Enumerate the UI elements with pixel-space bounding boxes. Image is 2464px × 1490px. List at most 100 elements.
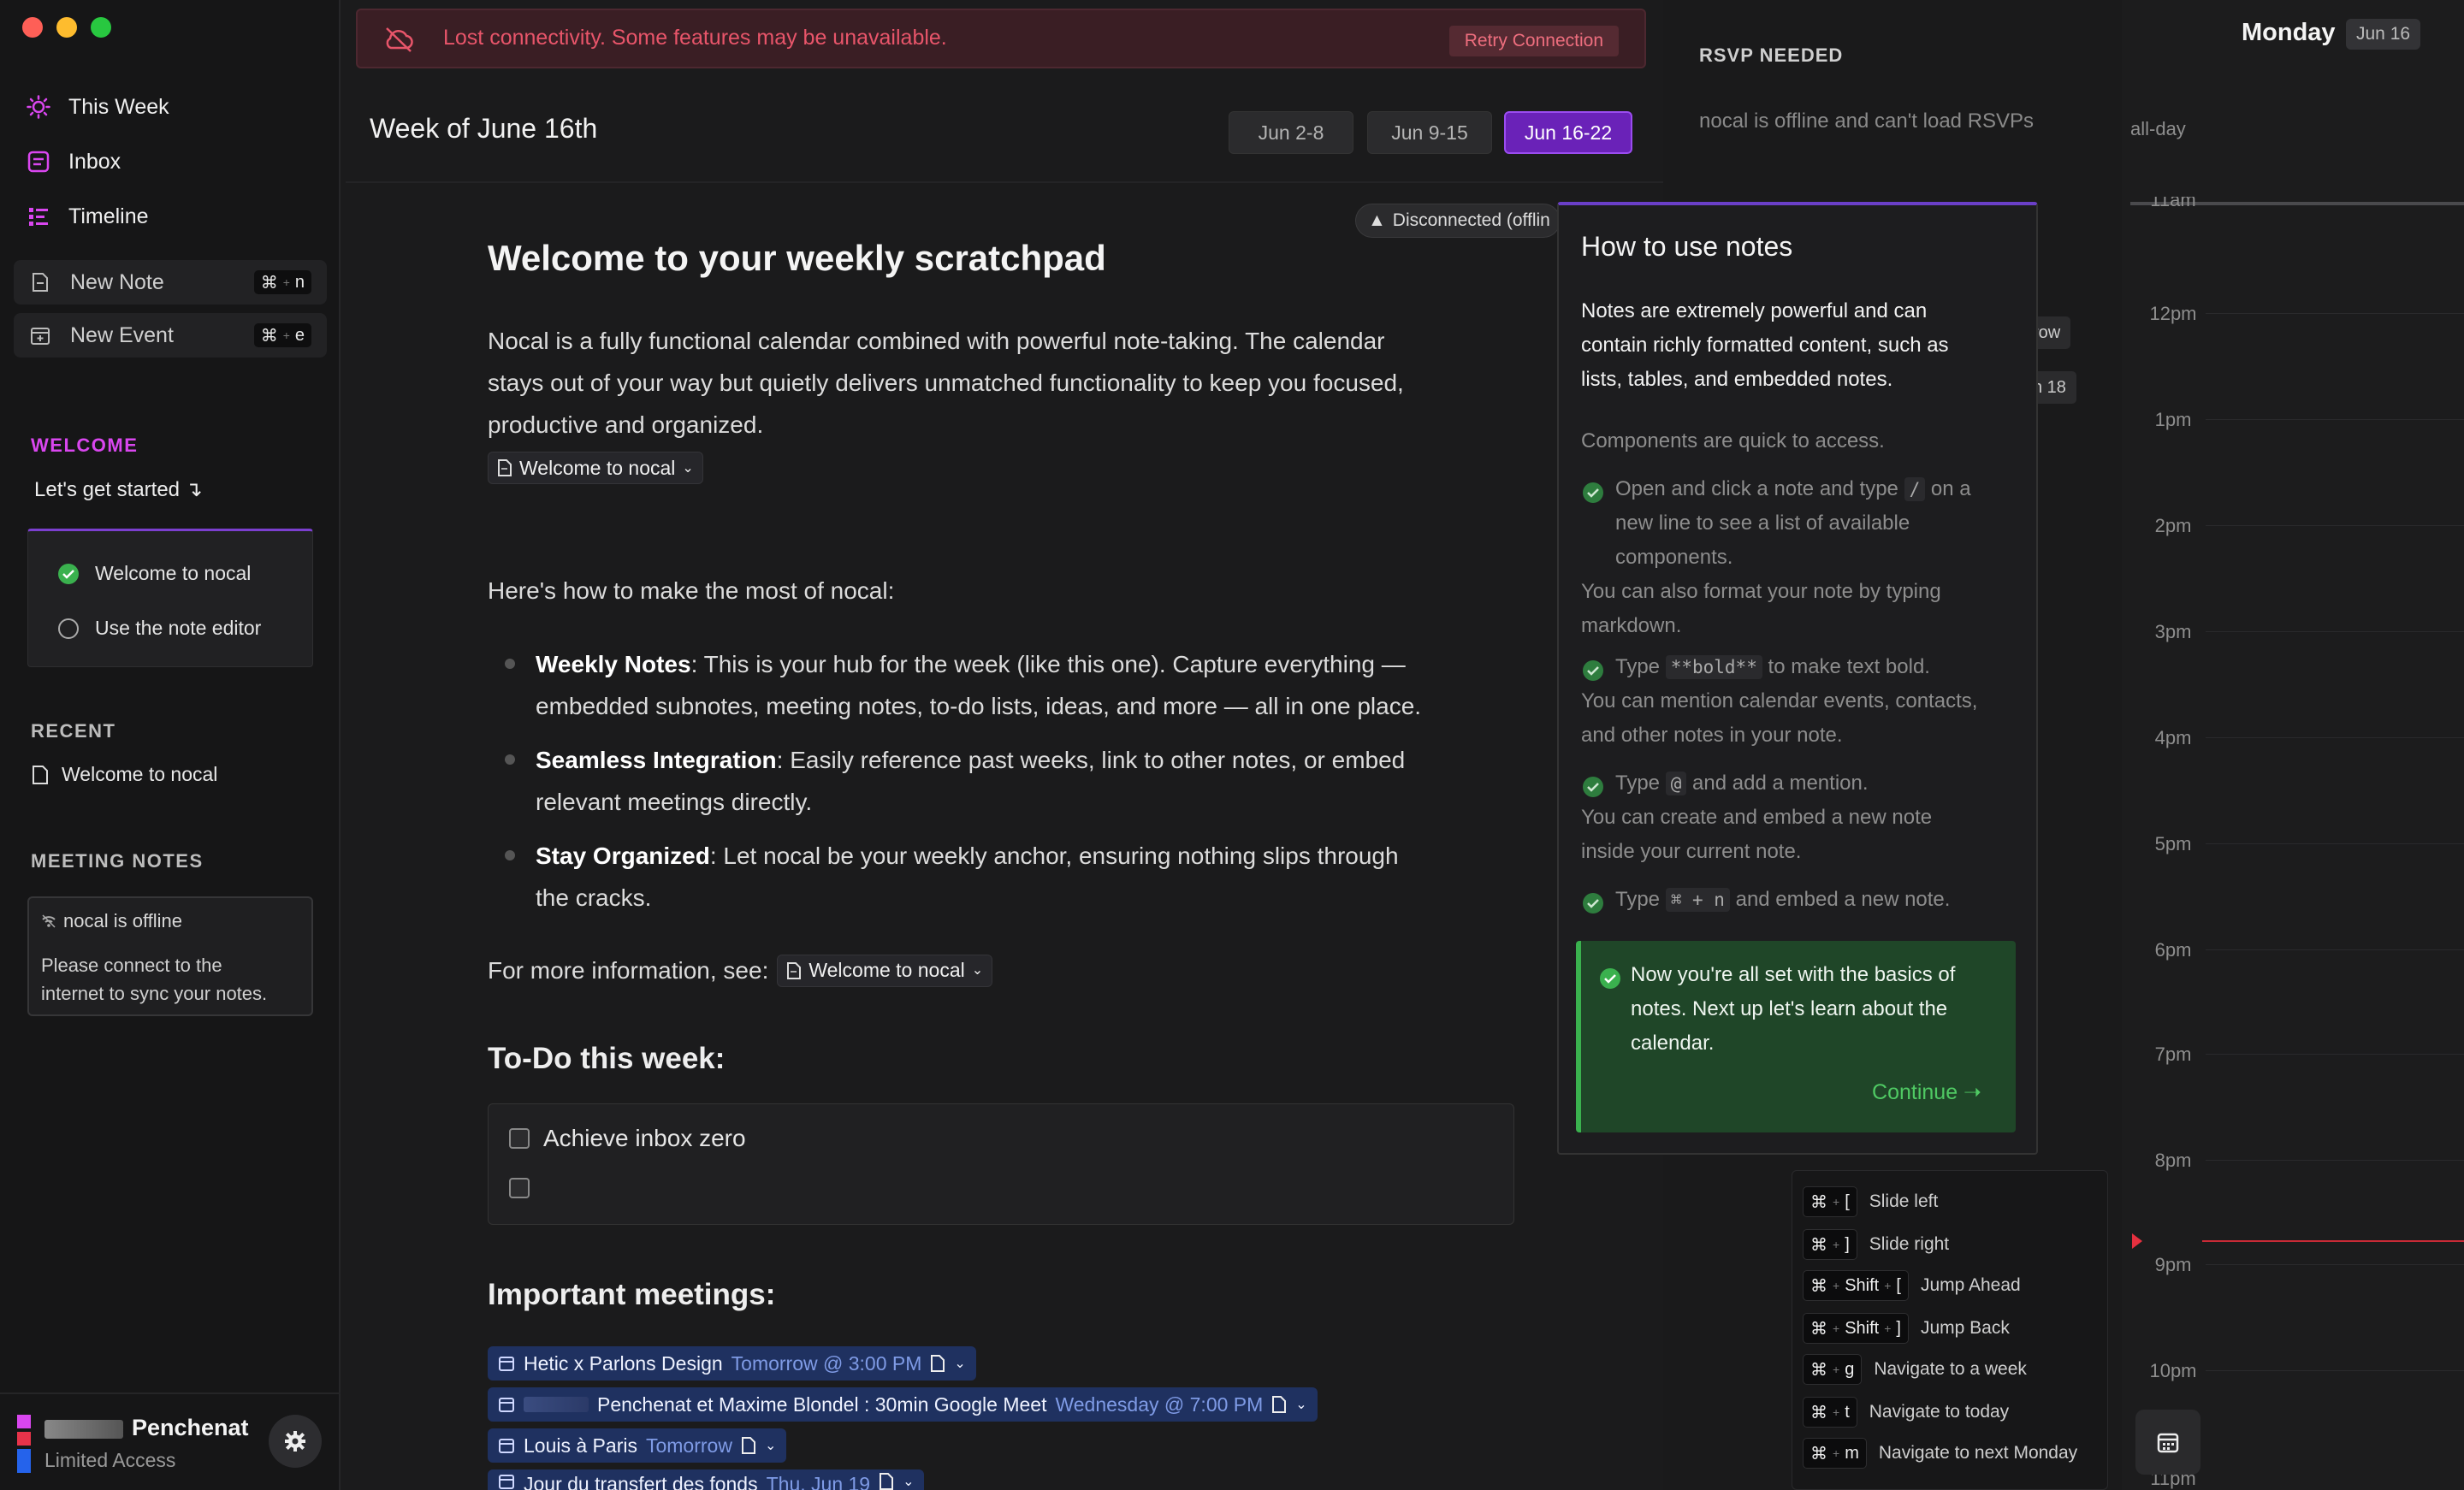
user-color-badge xyxy=(17,1415,31,1473)
check-circle-icon xyxy=(1583,777,1603,797)
shortcut-row: ⌘ +[Slide left xyxy=(1803,1185,1938,1219)
chevron-down-icon: ⌄ xyxy=(903,1475,915,1489)
calendar-icon xyxy=(499,1357,514,1371)
shortcut-row: ⌘ + Shift +] Jump Back xyxy=(1803,1311,2010,1345)
new-note-label: New Note xyxy=(70,269,164,294)
window-minimize-button[interactable] xyxy=(56,17,77,38)
hour-label: 4pm xyxy=(2154,727,2192,748)
popover-step-2-detail: You can mention calendar events, contact… xyxy=(1581,689,1978,747)
recent-item[interactable]: Welcome to nocal xyxy=(31,763,217,786)
meeting-title: Hetic x Parlons Design xyxy=(524,1351,723,1375)
hour-label: 1pm xyxy=(2154,409,2192,430)
nav-this-week-label: This Week xyxy=(68,94,169,119)
document-icon xyxy=(498,459,512,476)
popover-title: How to use notes xyxy=(1581,231,1793,262)
meeting-notes-heading: MEETING NOTES xyxy=(31,850,204,872)
meeting-chip[interactable]: Louis à Paris Tomorrow ⌄ xyxy=(488,1428,787,1463)
user-status: Limited Access xyxy=(44,1449,176,1471)
bullet-seamless-integration: Seamless Integration: Easily reference p… xyxy=(536,747,1406,815)
popover-step-1: Open and click a note and type / on a ne… xyxy=(1615,477,1971,569)
tab-jun-2-8[interactable]: Jun 2-8 xyxy=(1229,111,1353,154)
todo-checkbox[interactable] xyxy=(509,1128,530,1149)
meeting-chip[interactable]: Penchenat et Maxime Blondel : 30min Goog… xyxy=(488,1387,1318,1422)
new-note-shortcut: ⌘ + n xyxy=(253,270,311,294)
meeting-time: Tomorrow @ 3:00 PM xyxy=(731,1351,922,1375)
meeting-time: Wednesday @ 7:00 PM xyxy=(1055,1392,1264,1416)
tab-jun-16-22[interactable]: Jun 16-22 xyxy=(1504,111,1632,154)
check-circle-icon xyxy=(1583,660,1603,681)
checklist-item-label: Welcome to nocal xyxy=(95,562,252,584)
shortcut-row: ⌘ + m Navigate to next Monday xyxy=(1803,1436,2077,1470)
embedded-note-chip-2[interactable]: Welcome to nocal ⌄ xyxy=(777,954,993,987)
document-icon xyxy=(787,961,802,979)
calendar-icon xyxy=(2157,1433,2179,1453)
note-icon xyxy=(741,1437,755,1454)
popover-components: Components are quick to access. xyxy=(1581,429,1885,452)
window-close-button[interactable] xyxy=(22,17,43,38)
todo-item-empty[interactable] xyxy=(509,1178,530,1198)
bullet-dot xyxy=(505,659,515,669)
popover-intro: Notes are extremely powerful and can cont… xyxy=(1581,299,1949,391)
shortcut-row: ⌘ + g Navigate to a week xyxy=(1803,1352,2027,1387)
chevron-down-icon: ⌄ xyxy=(954,1357,966,1371)
tab-jun-9-15[interactable]: Jun 9-15 xyxy=(1367,111,1492,154)
check-circle-icon xyxy=(1583,482,1603,503)
open-calendar-button[interactable] xyxy=(2135,1410,2200,1475)
current-time-marker xyxy=(2132,1233,2142,1249)
shortcut-row: ⌘ + Shift +[Jump Ahead xyxy=(1803,1268,2021,1303)
chevron-down-icon: ⌄ xyxy=(764,1439,777,1453)
document-icon xyxy=(33,765,48,784)
meeting-chip[interactable]: Jour du transfert des fonds Thu, Jun 19 … xyxy=(488,1469,925,1490)
disconnected-pill: ▲ Disconnected (offlin xyxy=(1355,204,1561,238)
hour-label: 8pm xyxy=(2154,1150,2192,1171)
nav-timeline[interactable]: Timeline xyxy=(26,195,149,238)
meeting-chip[interactable]: Hetic x Parlons Design Tomorrow @ 3:00 P… xyxy=(488,1346,976,1381)
chevron-down-icon: ⌄ xyxy=(1295,1398,1307,1412)
welcome-heading: WELCOME xyxy=(31,435,139,456)
checklist-item-welcome[interactable]: Welcome to nocal xyxy=(57,562,251,585)
new-event-icon xyxy=(29,324,55,346)
popover-step-2: Type **bold** to make text bold. xyxy=(1615,655,1930,679)
popover-step-3: Type @ and add a mention. xyxy=(1615,772,1869,795)
offline-notice: nocal is offline Please connect to the i… xyxy=(27,896,313,1016)
check-circle-icon xyxy=(58,563,79,584)
new-event-button[interactable]: New Event ⌘ + e xyxy=(14,313,327,358)
doc-heading: Welcome to your weekly scratchpad xyxy=(488,238,1106,278)
nav-inbox-label: Inbox xyxy=(68,149,121,174)
welcome-subheading: Let's get started ↴ xyxy=(34,478,203,501)
popover-step-4: Type ⌘ + n and embed a new note. xyxy=(1615,888,1951,912)
new-note-button[interactable]: New Note ⌘ + n xyxy=(14,260,327,305)
popover-step-1-detail: You can also format your note by typing m… xyxy=(1581,580,1941,637)
retry-connection-button[interactable]: Retry Connection xyxy=(1448,26,1619,56)
chip-label: Welcome to nocal xyxy=(808,959,965,981)
doc-intro: Nocal is a fully functional calendar com… xyxy=(488,328,1404,438)
calendar-icon xyxy=(499,1398,514,1412)
todo-heading: To-Do this week: xyxy=(488,1042,726,1075)
redacted-name xyxy=(524,1397,589,1412)
rsvp-offline-message: nocal is offline and can't load RSVPs xyxy=(1699,109,2035,133)
offline-body: Please connect to the internet to sync y… xyxy=(41,955,268,1004)
continue-button[interactable]: Continue ➝ xyxy=(1872,1079,1981,1105)
new-note-icon xyxy=(29,271,55,293)
rsvp-heading: RSVP NEEDED xyxy=(1699,44,1844,66)
shortcut-row: ⌘ +] Slide right xyxy=(1803,1227,1949,1262)
meeting-time: Tomorrow xyxy=(645,1434,732,1457)
hour-label: 6pm xyxy=(2154,939,2192,961)
calendar-date-badge: Jun 16 xyxy=(2346,19,2421,50)
todo-item[interactable]: Achieve inbox zero xyxy=(509,1125,746,1152)
window-zoom-button[interactable] xyxy=(91,17,111,38)
nav-this-week[interactable]: This Week xyxy=(26,86,169,128)
embedded-note-chip[interactable]: Welcome to nocal ⌄ xyxy=(488,452,703,484)
meetings-heading: Important meetings: xyxy=(488,1278,776,1311)
note-icon xyxy=(931,1355,945,1372)
meeting-title: Penchenat et Maxime Blondel : 30min Goog… xyxy=(597,1392,1047,1416)
checklist-item-note-editor[interactable]: Use the note editor xyxy=(57,617,261,640)
connectivity-banner: Lost connectivity. Some features may be … xyxy=(356,9,1646,68)
nav-inbox[interactable]: Inbox xyxy=(26,140,121,183)
todo-list: Achieve inbox zero xyxy=(488,1103,1514,1225)
hour-label: 7pm xyxy=(2154,1044,2192,1065)
meeting-title: Jour du transfert des fonds xyxy=(524,1473,758,1490)
hour-label: 9pm xyxy=(2154,1254,2192,1275)
settings-button[interactable] xyxy=(269,1415,322,1468)
todo-checkbox[interactable] xyxy=(509,1178,530,1198)
